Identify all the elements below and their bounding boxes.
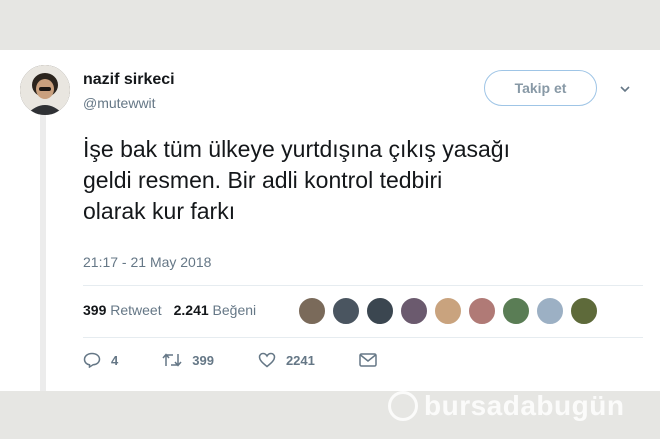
liker-avatar[interactable] — [502, 297, 530, 325]
thread-line — [40, 112, 46, 391]
avatar-image — [20, 65, 70, 115]
liker-avatar[interactable] — [366, 297, 394, 325]
retweet-action-count: 399 — [192, 352, 214, 368]
tweet-timestamp[interactable]: 21:17 - 21 May 2018 — [83, 254, 211, 270]
retweet-icon — [162, 353, 182, 367]
like-label: Beğeni — [212, 302, 257, 318]
reply-icon — [83, 352, 101, 368]
chevron-down-icon[interactable] — [620, 84, 630, 94]
tweet-text: İşe bak tüm ülkeye yurtdışına çıkış yasa… — [83, 134, 643, 227]
like-stat[interactable]: 2.241 Beğeni — [174, 302, 257, 318]
tweet-actions: 4 399 2241 — [83, 352, 431, 368]
watermark-logo-icon — [388, 391, 418, 421]
liker-avatar[interactable] — [400, 297, 428, 325]
divider — [83, 285, 643, 286]
like-button[interactable]: 2241 — [258, 352, 315, 368]
liker-avatar[interactable] — [332, 297, 360, 325]
like-count: 2.241 — [173, 302, 209, 318]
user-handle[interactable]: @mutewwit — [83, 95, 156, 111]
display-name[interactable]: nazif sirkeci — [83, 71, 175, 89]
liker-avatar[interactable] — [298, 297, 326, 325]
tweet-text-line: olarak kur farkı — [83, 198, 236, 224]
liker-avatar[interactable] — [570, 297, 598, 325]
liker-avatar[interactable] — [468, 297, 496, 325]
retweet-count: 399 — [83, 302, 107, 318]
direct-message-button[interactable] — [359, 353, 387, 367]
retweet-stat[interactable]: 399 Retweet — [83, 302, 162, 318]
watermark: bursadabugün — [388, 390, 624, 422]
divider — [83, 337, 643, 338]
engagement-stats: 399 Retweet 2.241 Beğeni — [83, 302, 268, 318]
tweet-text-line: İşe bak tüm ülkeye yurtdışına çıkış yasa… — [83, 136, 510, 162]
avatar[interactable] — [20, 65, 70, 115]
retweet-button[interactable]: 399 — [162, 352, 214, 368]
heart-icon — [258, 352, 276, 368]
like-action-count: 2241 — [285, 352, 315, 368]
reply-button[interactable]: 4 — [83, 352, 118, 368]
liker-avatars — [298, 297, 604, 325]
liker-avatar[interactable] — [434, 297, 462, 325]
follow-button[interactable]: Takip et — [484, 70, 597, 106]
retweet-label: Retweet — [110, 302, 162, 318]
envelope-icon — [359, 353, 377, 367]
liker-avatar[interactable] — [536, 297, 564, 325]
watermark-text: bursadabugün — [424, 390, 625, 421]
tweet-text-line: geldi resmen. Bir adli kontrol tedbiri — [83, 167, 443, 193]
reply-count: 4 — [111, 352, 119, 368]
